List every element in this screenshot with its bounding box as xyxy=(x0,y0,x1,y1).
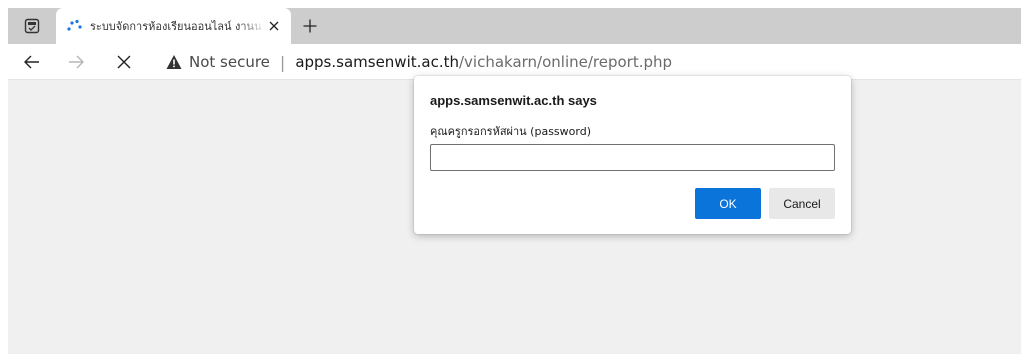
close-icon xyxy=(269,21,279,31)
tab-title: ระบบจัดการห้องเรียนออนไลน์ งานนวัตก xyxy=(90,20,265,33)
dialog-title: apps.samsenwit.ac.th says xyxy=(430,93,597,108)
new-tab-button[interactable] xyxy=(298,14,322,38)
browser-toolbar: Not secure | apps.samsenwit.ac.th /vicha… xyxy=(8,44,1021,80)
dialog-message: คุณครูกรอกรหัสผ่าน (password) xyxy=(430,125,591,138)
security-label[interactable]: Not secure xyxy=(189,53,270,71)
loading-spinner-icon xyxy=(67,19,82,31)
url-host: apps.samsenwit.ac.th xyxy=(295,53,459,71)
cancel-button[interactable]: Cancel xyxy=(769,188,835,219)
stop-loading-button[interactable] xyxy=(112,50,136,74)
close-icon xyxy=(117,55,131,69)
back-button[interactable] xyxy=(20,50,44,74)
prompt-dialog: apps.samsenwit.ac.th says คุณครูกรอกรหัส… xyxy=(414,76,851,234)
browser-tab[interactable]: ระบบจัดการห้องเรียนออนไลน์ งานนวัตก xyxy=(56,8,291,44)
url-separator: | xyxy=(279,52,286,72)
ok-button[interactable]: OK xyxy=(695,188,761,219)
tab-strip: ระบบจัดการห้องเรียนออนไลน์ งานนวัตก xyxy=(8,8,1021,44)
plus-icon xyxy=(303,19,317,33)
password-input[interactable] xyxy=(430,144,835,171)
url-path: /vichakarn/online/report.php xyxy=(458,53,673,71)
address-bar[interactable]: Not secure | apps.samsenwit.ac.th /vicha… xyxy=(156,48,1021,76)
tab-actions-button[interactable] xyxy=(8,8,56,44)
arrow-right-icon xyxy=(69,55,84,69)
tab-actions-icon xyxy=(24,18,40,34)
forward-button[interactable] xyxy=(64,50,88,74)
warning-icon[interactable] xyxy=(166,54,182,70)
arrow-left-icon xyxy=(24,55,39,69)
close-tab-button[interactable] xyxy=(265,17,283,35)
